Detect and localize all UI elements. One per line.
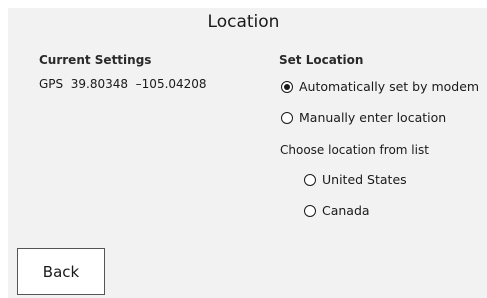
current-settings-heading: Current Settings: [39, 53, 152, 67]
set-location-heading: Set Location: [279, 53, 364, 67]
back-button[interactable]: Back: [17, 248, 105, 295]
radio-canada-label[interactable]: Canada: [322, 203, 370, 219]
radio-canada-button[interactable]: [304, 205, 316, 217]
gps-coordinates: GPS 39.80348 –105.04208: [39, 77, 207, 91]
radio-option-united-states[interactable]: United States: [304, 172, 407, 188]
radio-auto-label[interactable]: Automatically set by modem: [299, 79, 479, 95]
radio-option-canada[interactable]: Canada: [304, 203, 370, 219]
radio-option-manual[interactable]: Manually enter location: [281, 110, 446, 126]
radio-manual-label[interactable]: Manually enter location: [299, 110, 446, 126]
radio-united-states-label[interactable]: United States: [322, 172, 407, 188]
radio-auto-button[interactable]: [281, 81, 293, 93]
radio-option-auto[interactable]: Automatically set by modem: [281, 79, 479, 95]
radio-united-states-button[interactable]: [304, 174, 316, 186]
page-title: Location: [207, 12, 280, 32]
choose-location-label: Choose location from list: [280, 143, 429, 157]
radio-manual-button[interactable]: [281, 112, 293, 124]
